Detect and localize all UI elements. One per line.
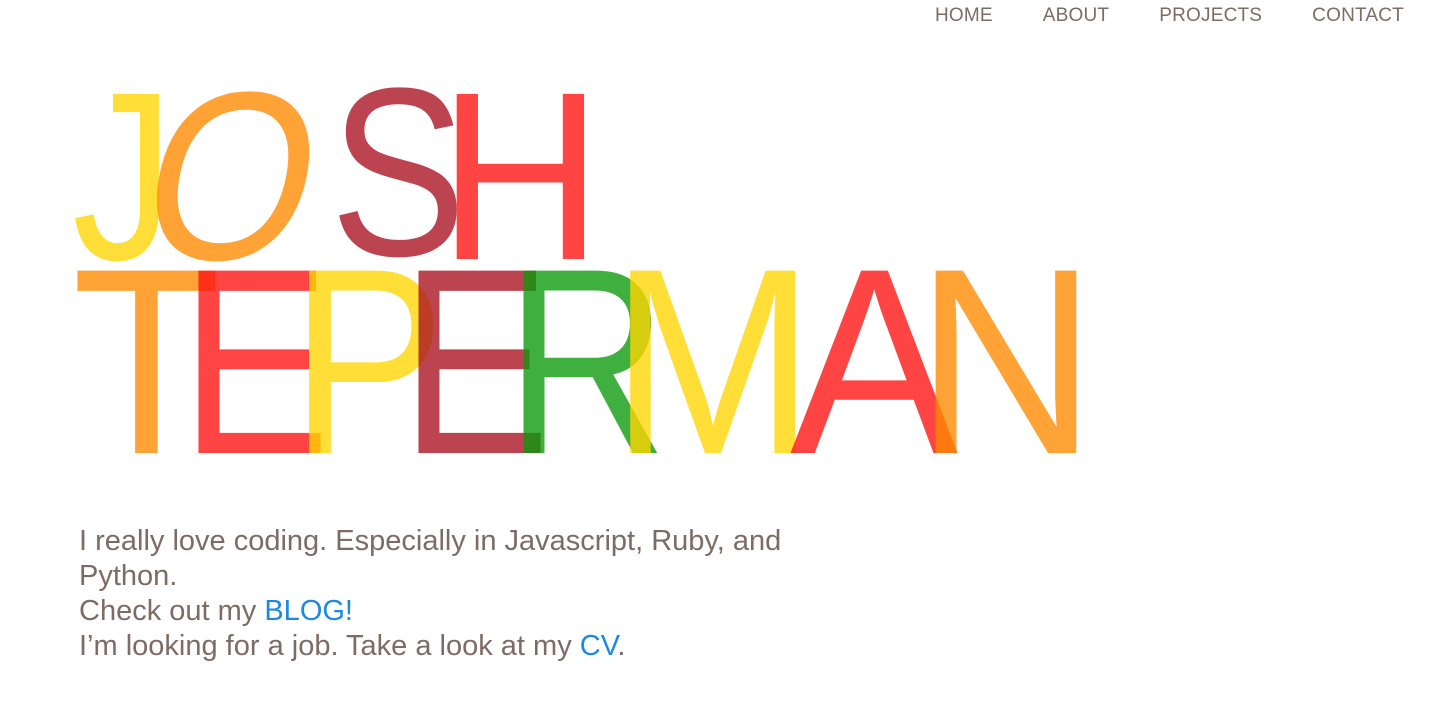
intro-line-coding: I really love coding. Especially in Java… xyxy=(79,525,782,592)
name-logo: J O S H T E P E R M A N xyxy=(0,0,1439,495)
blog-prefix: Check out my xyxy=(79,595,265,627)
logo-letter-m: M xyxy=(610,214,816,510)
blog-link[interactable]: BLOG! xyxy=(264,595,353,627)
cv-suffix: . xyxy=(617,630,626,662)
intro-line-cv: I’m looking for a job. Take a look at my… xyxy=(79,629,819,664)
logo-letter-n: N xyxy=(915,214,1097,510)
cv-prefix: I’m looking for a job. Take a look at my xyxy=(79,630,580,662)
intro-line-blog: Check out my BLOG! xyxy=(79,594,819,629)
intro-text: I really love coding. Especially in Java… xyxy=(79,524,819,664)
cv-link[interactable]: CV xyxy=(580,630,618,662)
